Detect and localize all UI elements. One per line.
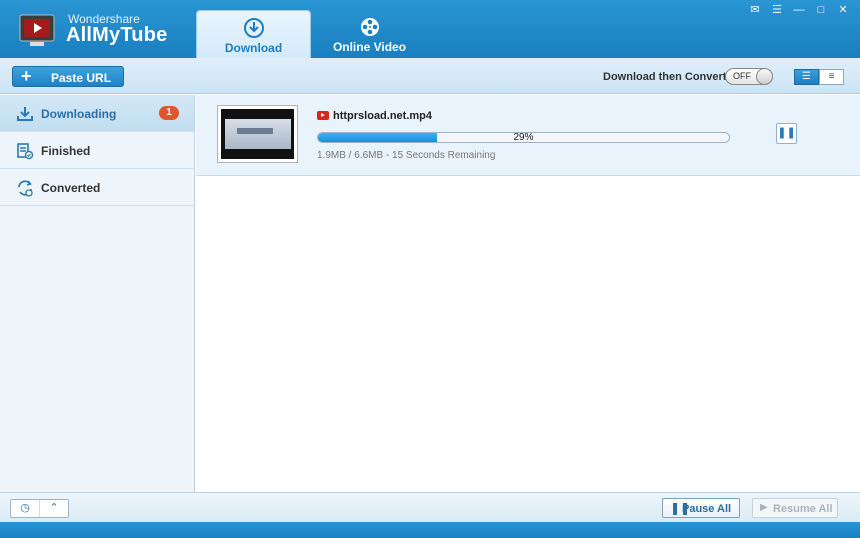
- plus-icon: +: [21, 66, 32, 86]
- pause-all-label: Pause All: [682, 503, 732, 515]
- finished-file-icon: [17, 143, 34, 160]
- window-bottom-border: [0, 522, 860, 538]
- file-name: httprsload.net.mp4: [333, 110, 433, 122]
- toggle-state: OFF: [733, 71, 751, 81]
- download-list: httprsload.net.mp4 29% 1.9MB / 6.6MB - 1…: [196, 95, 860, 492]
- tab-download-label: Download: [224, 41, 283, 55]
- download-progress-bar: 29%: [317, 132, 730, 143]
- toggle-knob: [756, 68, 773, 85]
- compact-list-icon[interactable]: ≡: [819, 69, 844, 85]
- window-controls: ✉ ☰ — □ ✕: [746, 3, 852, 17]
- downloading-count-badge: 1: [159, 106, 179, 120]
- resume-all-label: Resume All: [773, 503, 833, 515]
- paste-url-label: Paste URL: [51, 71, 112, 85]
- menu-icon[interactable]: ☰: [768, 3, 786, 17]
- pause-all-button[interactable]: ❚❚ Pause All: [662, 498, 740, 518]
- maximize-icon[interactable]: □: [812, 3, 830, 17]
- collapse-up-icon[interactable]: ⌃: [40, 500, 68, 517]
- sidebar-item-finished[interactable]: Finished: [0, 132, 194, 169]
- bottom-left-controls: ◷ ⌃: [10, 499, 69, 518]
- tab-download[interactable]: Download: [196, 10, 311, 58]
- app-title: AllMyTube: [66, 24, 168, 46]
- title-bar: Wondershare AllMyTube Download Online Vi…: [0, 0, 860, 58]
- resume-all-button[interactable]: ▶ Resume All: [752, 498, 838, 518]
- download-status: 1.9MB / 6.6MB - 15 Seconds Remaining: [317, 150, 496, 161]
- download-circle-icon: [243, 18, 264, 38]
- close-icon[interactable]: ✕: [834, 3, 852, 17]
- detail-list-icon[interactable]: ☰: [794, 69, 819, 85]
- bottom-bar: ◷ ⌃ ❚❚ Pause All ▶ Resume All: [0, 492, 860, 522]
- sidebar: Downloading 1 Finished Converted: [0, 95, 195, 522]
- tab-online-video[interactable]: Online Video: [312, 10, 427, 58]
- toolbar: + Paste URL Download then Convert OFF ☰ …: [0, 58, 860, 94]
- converted-icon: [18, 180, 33, 197]
- download-tray-icon: [17, 107, 33, 121]
- play-icon: ▶: [760, 502, 768, 513]
- view-mode-switch: ☰ ≡: [794, 69, 844, 85]
- pause-download-button[interactable]: ❚❚: [776, 123, 797, 144]
- sidebar-item-label: Downloading: [41, 107, 117, 121]
- progress-percent: 29%: [513, 132, 534, 143]
- sidebar-item-downloading[interactable]: Downloading 1: [0, 95, 194, 132]
- tab-online-video-label: Online Video: [332, 40, 407, 54]
- app-logo-icon: [19, 14, 55, 46]
- download-then-convert-toggle[interactable]: OFF: [725, 68, 773, 85]
- download-item[interactable]: httprsload.net.mp4 29% 1.9MB / 6.6MB - 1…: [196, 95, 860, 176]
- film-reel-icon: [360, 18, 379, 36]
- sidebar-item-label: Converted: [41, 181, 101, 195]
- clock-icon[interactable]: ◷: [11, 500, 40, 517]
- paste-url-button[interactable]: + Paste URL: [12, 66, 124, 87]
- sidebar-item-converted[interactable]: Converted: [0, 169, 194, 206]
- download-then-convert-label: Download then Convert: [603, 71, 727, 83]
- sidebar-item-label: Finished: [41, 144, 91, 158]
- video-thumbnail: [217, 105, 298, 163]
- minimize-icon[interactable]: —: [790, 3, 808, 17]
- youtube-icon: [317, 111, 329, 120]
- chat-icon[interactable]: ✉: [746, 3, 764, 17]
